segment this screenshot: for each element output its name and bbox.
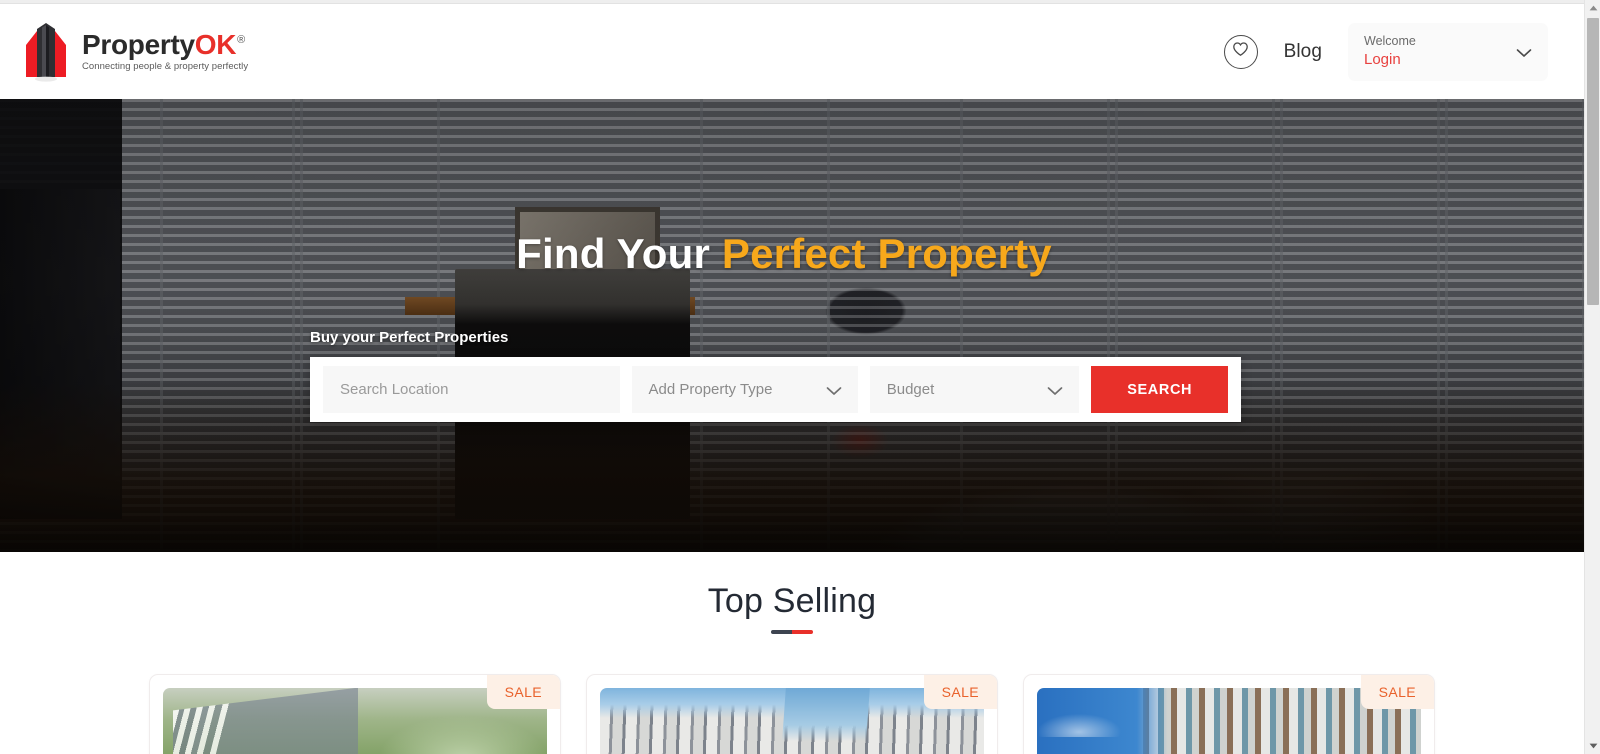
status-badge: SALE [486,675,560,709]
hero-content: Find Your Perfect Property Buy your Perf… [0,99,1568,552]
vertical-scrollbar[interactable] [1584,0,1600,754]
logo-word-ok: OK [194,28,237,60]
logo-word-property: Property [82,28,195,60]
chevron-down-icon [826,383,842,400]
budget-label: Budget [886,381,935,398]
property-card[interactable]: SALE [586,674,998,754]
nav-link-blog[interactable]: Blog [1284,41,1322,63]
welcome-label: Welcome [1364,34,1416,48]
login-link[interactable]: Login [1364,51,1416,69]
section-title-underline [771,630,813,634]
browser-viewport: PropertyOK® Connecting people & property… [0,0,1600,754]
logo-wordmark: PropertyOK® [82,28,248,60]
account-menu[interactable]: Welcome Login [1348,22,1548,81]
propertyok-building-logo-icon [20,21,72,83]
header-nav: Blog Welcome Login [1223,4,1548,99]
status-badge: SALE [923,675,997,709]
search-location-input[interactable] [323,366,620,413]
section-title: Top Selling [707,582,877,620]
heart-icon [1232,41,1249,62]
property-search-bar: Add Property Type Budget [310,357,1241,422]
registered-trademark-icon: ® [237,34,245,47]
account-labels: Welcome Login [1364,34,1416,69]
property-card[interactable]: SALE [149,674,561,754]
scroll-up-arrow-icon[interactable] [1585,0,1600,16]
property-cards-row: SALE SALE SALE [0,674,1584,754]
property-type-select[interactable]: Add Property Type [631,366,858,413]
property-type-label: Add Property Type [648,381,773,398]
chevron-down-icon [1047,383,1063,400]
favorites-button[interactable] [1223,34,1258,69]
budget-select[interactable]: Budget [869,366,1080,413]
status-badge: SALE [1360,675,1434,709]
underline-segment-red [792,630,813,634]
property-card[interactable]: SALE [1023,674,1435,754]
page-canvas: PropertyOK® Connecting people & property… [0,4,1584,754]
hero-title-plain: Find Your [516,230,722,277]
chevron-down-icon [1516,45,1532,63]
hero-title-accent: Perfect Property [721,230,1052,277]
hero-banner: Find Your Perfect Property Buy your Perf… [0,99,1584,552]
scroll-down-arrow-icon[interactable] [1585,738,1600,754]
search-heading: Buy your Perfect Properties [310,329,509,346]
top-selling-section: Top Selling SALE SALE SALE [0,552,1584,754]
search-button[interactable]: SEARCH [1091,366,1228,413]
site-header: PropertyOK® Connecting people & property… [0,4,1584,99]
underline-segment-dark [771,630,792,634]
logo-text: PropertyOK® Connecting people & property… [82,28,249,73]
site-logo[interactable]: PropertyOK® Connecting people & property… [20,20,248,84]
scrollbar-thumb[interactable] [1587,18,1599,305]
logo-tagline: Connecting people & property perfectly [82,61,249,73]
hero-title: Find Your Perfect Property [0,230,1568,278]
